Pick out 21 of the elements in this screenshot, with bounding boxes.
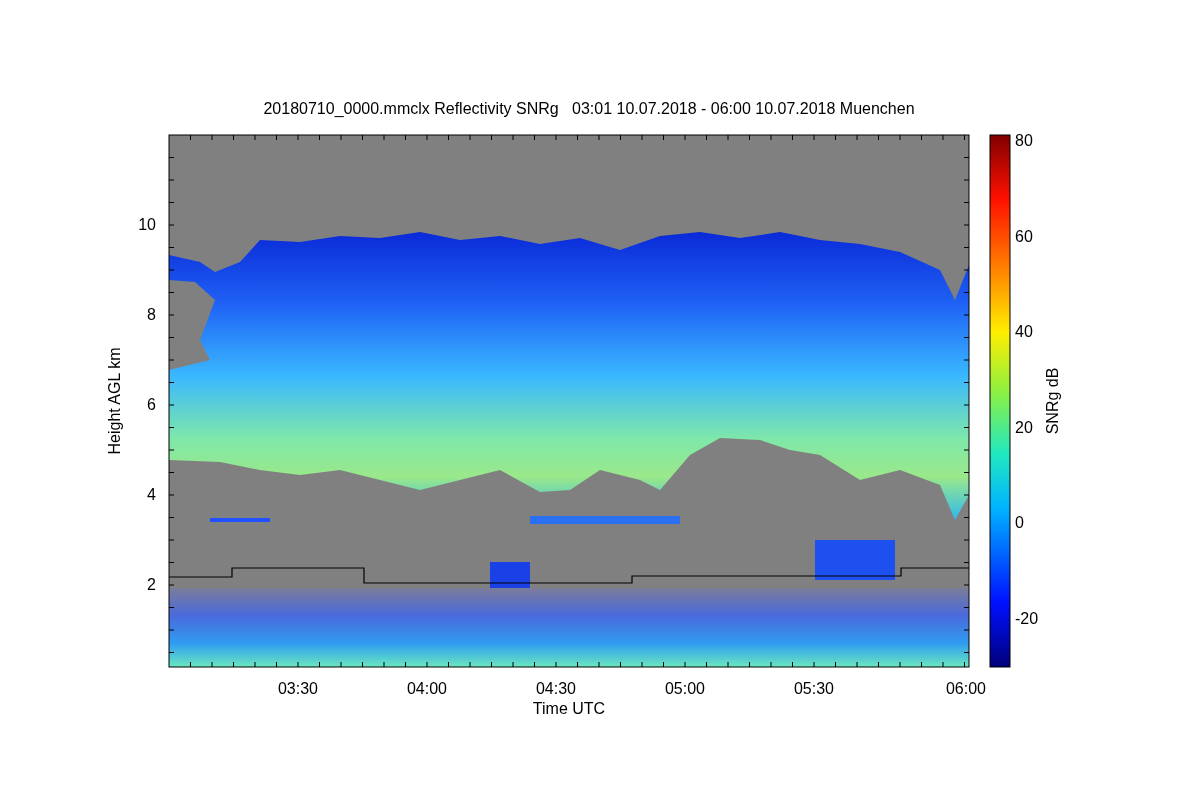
x-tick-label: 03:30	[278, 680, 318, 697]
y-axis-label: Height AGL km	[106, 347, 123, 455]
x-tick-label: 05:30	[794, 680, 834, 697]
y-tick-label: 8	[147, 306, 156, 323]
colorbar-tick-label: 40	[1015, 323, 1033, 341]
x-tick-label: 04:30	[536, 680, 576, 697]
colorbar-tick-label: 60	[1015, 227, 1033, 245]
plot-title: 20180710_0000.mmclx Reflectivity SNRg 03:01 10.07.2018 - 06:00 10.07.2018 Muenchen	[263, 100, 915, 117]
colorbar-tick-label: 80	[1015, 132, 1033, 149]
colorbar-tick-label: -20	[1015, 610, 1039, 627]
y-tick-label: 4	[147, 486, 156, 503]
colorbar-tick-label: 0	[1015, 514, 1024, 532]
x-axis-label: Time UTC	[532, 700, 606, 717]
y-tick-label: 2	[147, 576, 156, 593]
x-tick-label: 06:00	[946, 680, 986, 697]
colorbar-tick-label: 20	[1015, 418, 1033, 436]
y-tick-label: 10	[138, 216, 156, 233]
y-tick-label: 6	[147, 396, 156, 413]
colorbar-label: SNRg dB	[1044, 367, 1061, 435]
x-tick-label: 04:00	[407, 680, 447, 697]
x-tick-label: 05:00	[665, 680, 705, 697]
